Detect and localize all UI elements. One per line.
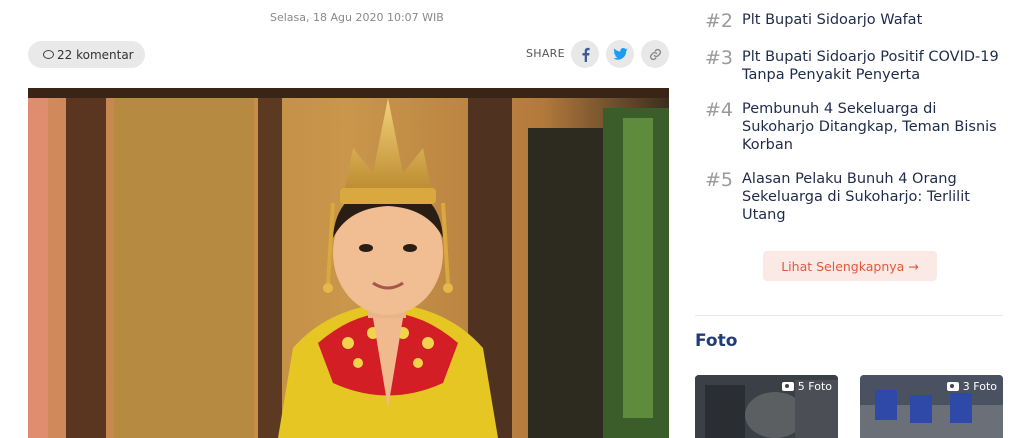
comment-icon (43, 50, 54, 59)
camera-icon (946, 382, 959, 391)
copy-link-button[interactable] (641, 40, 669, 68)
photo-count-label: 3 Foto (962, 380, 997, 393)
twitter-icon (612, 48, 628, 60)
see-more-button[interactable]: Lihat Selengkapnya → (763, 251, 937, 281)
trending-rank: #5 (705, 169, 734, 191)
photo-count-label: 5 Foto (797, 380, 832, 393)
trending-rank: #3 (705, 47, 734, 69)
article-photo (28, 88, 669, 438)
share-label: SHARE (526, 47, 565, 60)
foto-gallery-thumbnail[interactable]: 5 Foto (695, 375, 838, 438)
photo-count-badge: 3 Foto (946, 380, 997, 393)
trending-title[interactable]: Pembunuh 4 Sekeluarga di Sukoharjo Ditan… (742, 100, 1000, 154)
boy-in-traditional-costume-image (28, 88, 669, 438)
foto-section-heading: Foto (695, 331, 738, 351)
comments-label: 22 komentar (57, 47, 134, 62)
twitter-share-button[interactable] (606, 40, 634, 68)
foto-gallery-thumbnail[interactable]: 3 Foto (860, 375, 1003, 438)
photo-count-badge: 5 Foto (781, 380, 832, 393)
trending-rank: #4 (705, 99, 734, 121)
trending-rank: #2 (705, 10, 734, 32)
section-divider (695, 315, 1003, 316)
article-date: Selasa, 18 Agu 2020 10:07 WIB (270, 11, 444, 24)
trending-title[interactable]: Plt Bupati Sidoarjo Wafat (742, 11, 1000, 29)
facebook-share-button[interactable] (571, 40, 599, 68)
camera-icon (781, 382, 794, 391)
trending-title[interactable]: Plt Bupati Sidoarjo Positif COVID-19 Tan… (742, 48, 1000, 84)
trending-title[interactable]: Alasan Pelaku Bunuh 4 Orang Sekeluarga d… (742, 170, 1000, 224)
facebook-icon (582, 47, 590, 62)
link-icon (649, 48, 661, 60)
comments-button[interactable]: 22 komentar (28, 41, 145, 68)
